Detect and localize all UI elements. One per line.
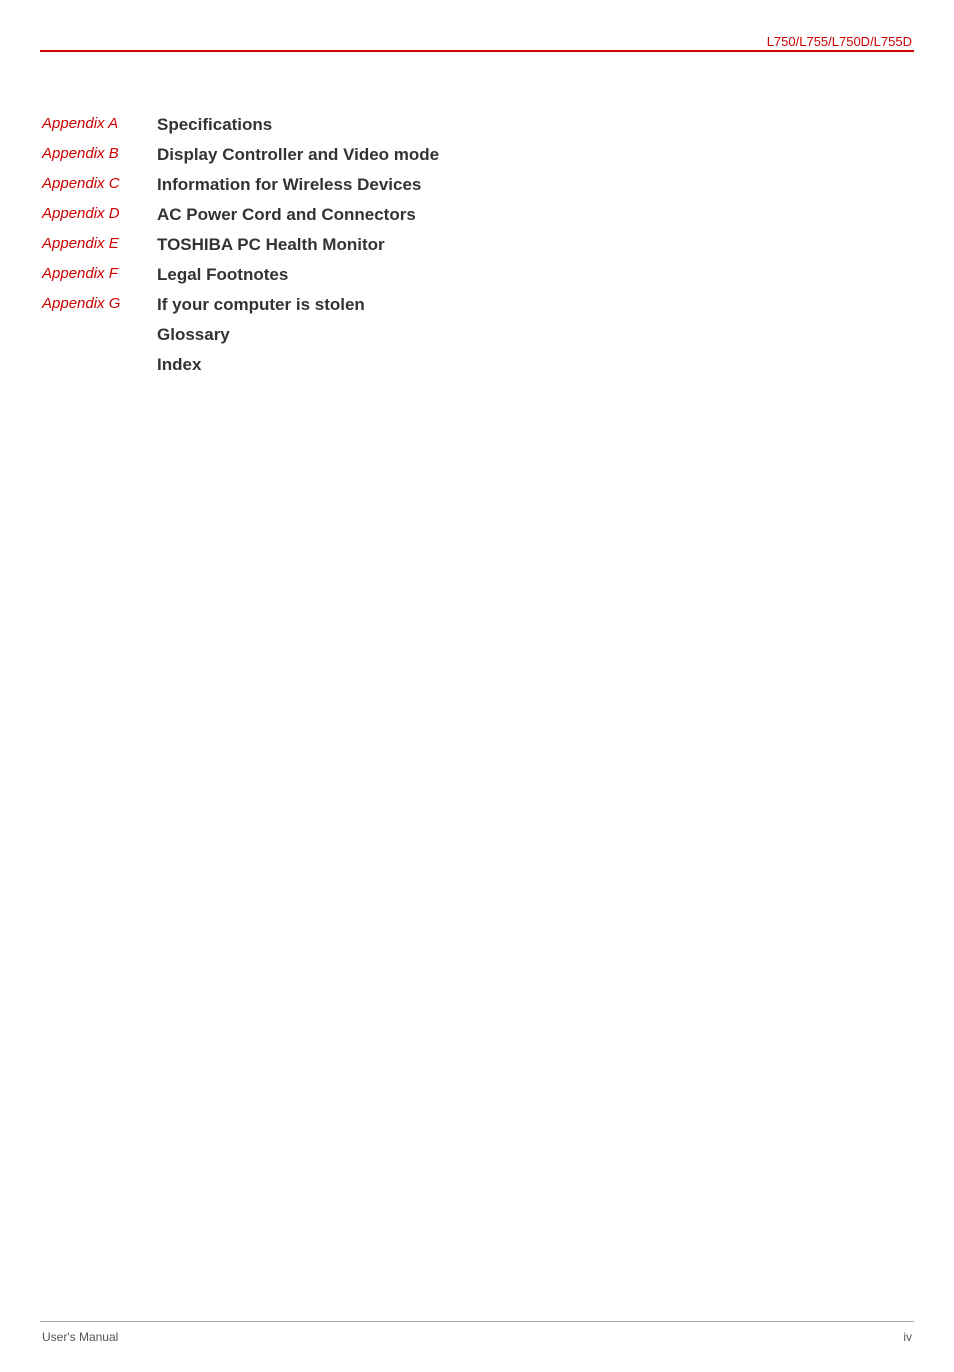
toc-row[interactable]: Appendix DAC Power Cord and Connectors — [42, 200, 439, 230]
model-label: L750/L755/L750D/L755D — [767, 34, 912, 49]
footer-left: User's Manual — [42, 1330, 118, 1344]
toc-prefix: Appendix D — [42, 200, 157, 230]
toc-table: Appendix ASpecificationsAppendix BDispla… — [42, 110, 439, 380]
toc-title[interactable]: Information for Wireless Devices — [157, 170, 439, 200]
toc-row[interactable]: Appendix FLegal Footnotes — [42, 260, 439, 290]
toc-title[interactable]: Glossary — [157, 320, 439, 350]
toc-prefix: Appendix C — [42, 170, 157, 200]
toc-title[interactable]: Display Controller and Video mode — [157, 140, 439, 170]
toc-row[interactable]: Index — [42, 350, 439, 380]
toc-prefix: Appendix F — [42, 260, 157, 290]
toc-title[interactable]: Index — [157, 350, 439, 380]
toc-row[interactable]: Appendix GIf your computer is stolen — [42, 290, 439, 320]
toc-row[interactable]: Appendix CInformation for Wireless Devic… — [42, 170, 439, 200]
toc-title[interactable]: AC Power Cord and Connectors — [157, 200, 439, 230]
toc-row[interactable]: Appendix ASpecifications — [42, 110, 439, 140]
toc-prefix: Appendix B — [42, 140, 157, 170]
toc-prefix: Appendix G — [42, 290, 157, 320]
toc-title[interactable]: If your computer is stolen — [157, 290, 439, 320]
main-content: Appendix ASpecificationsAppendix BDispla… — [0, 20, 954, 460]
toc-row[interactable]: Appendix ETOSHIBA PC Health Monitor — [42, 230, 439, 260]
toc-row[interactable]: Glossary — [42, 320, 439, 350]
toc-title[interactable]: TOSHIBA PC Health Monitor — [157, 230, 439, 260]
footer-right: iv — [903, 1330, 912, 1344]
toc-title[interactable]: Specifications — [157, 110, 439, 140]
toc-prefix-empty — [42, 320, 157, 350]
toc-row[interactable]: Appendix BDisplay Controller and Video m… — [42, 140, 439, 170]
toc-prefix: Appendix E — [42, 230, 157, 260]
top-border — [40, 50, 914, 52]
toc-prefix-empty — [42, 350, 157, 380]
bottom-border — [40, 1321, 914, 1322]
toc-prefix: Appendix A — [42, 110, 157, 140]
toc-title[interactable]: Legal Footnotes — [157, 260, 439, 290]
